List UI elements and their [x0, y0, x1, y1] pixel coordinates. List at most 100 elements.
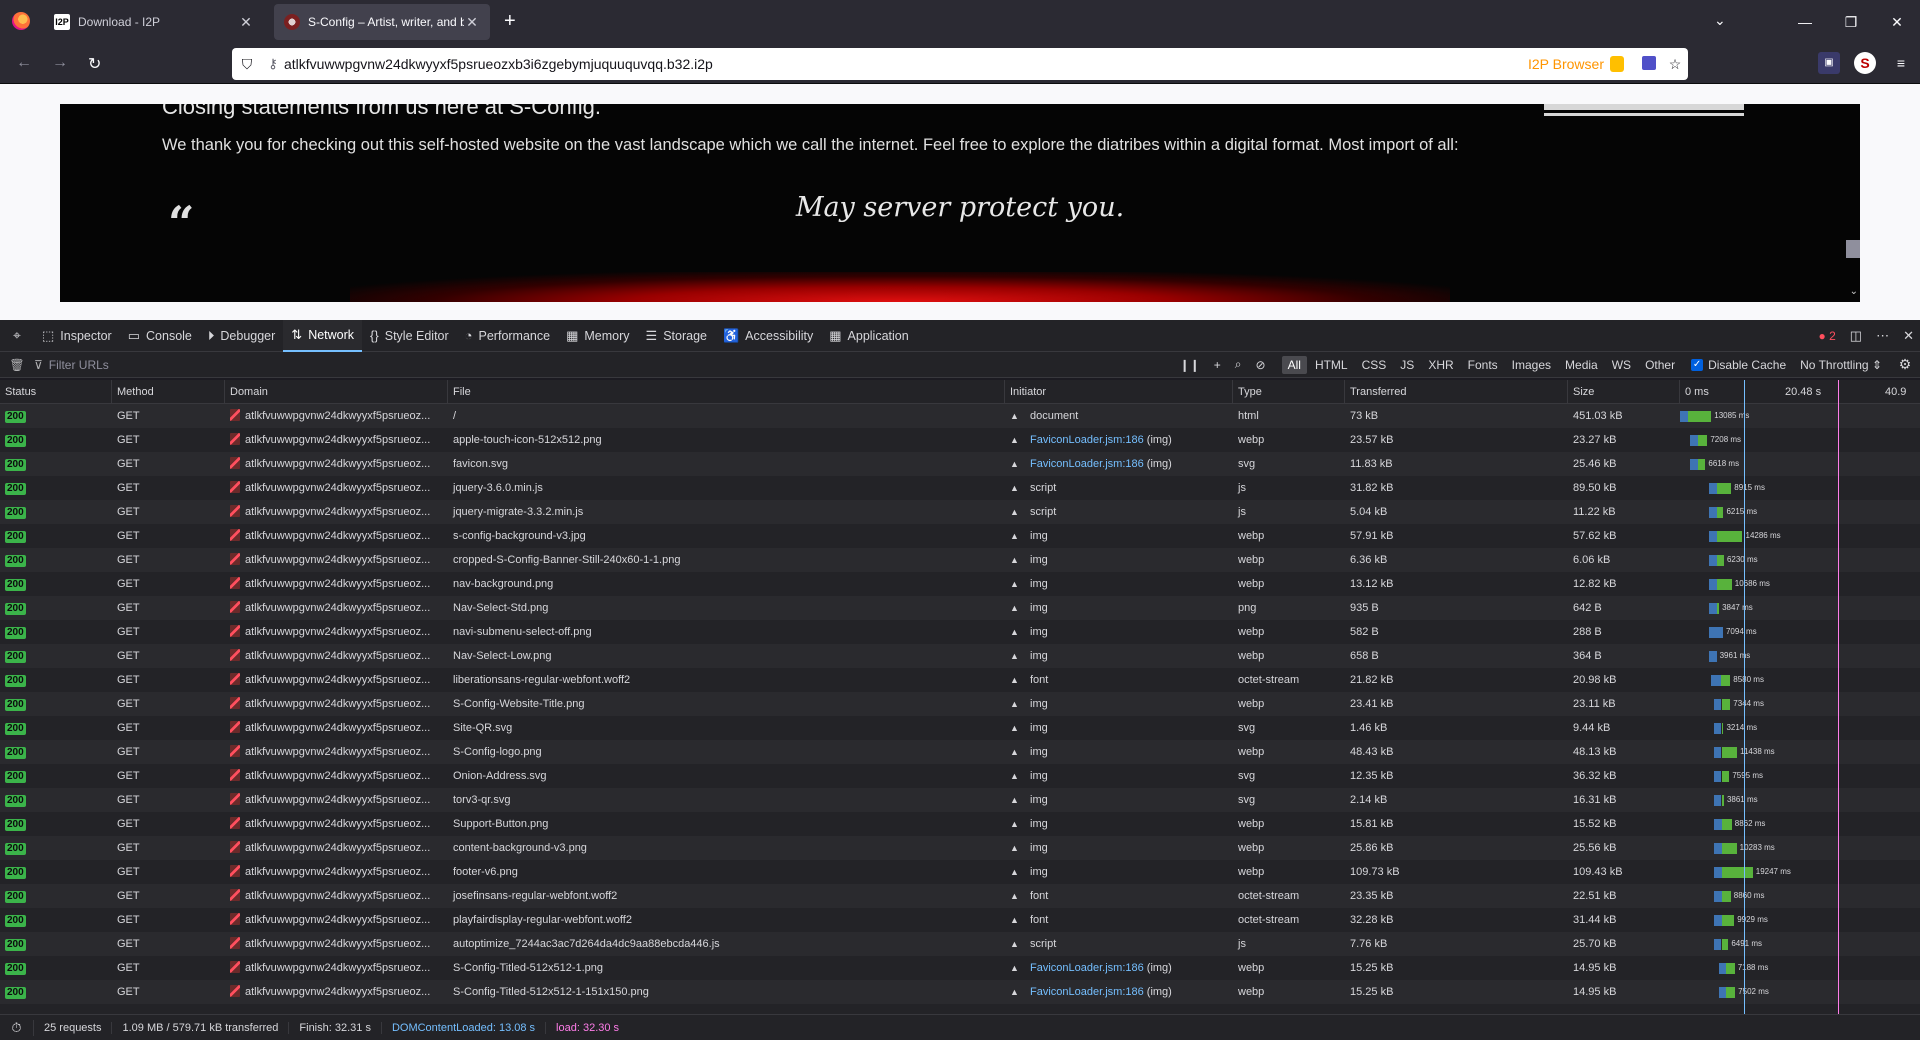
extension-icon[interactable]: ▣ [1818, 52, 1840, 74]
transferred-text: 935 B [1350, 602, 1379, 614]
new-tab-icon[interactable]: + [504, 10, 516, 33]
restore-icon[interactable]: ❐ [1828, 0, 1874, 44]
i2p-badge-icon[interactable] [1610, 56, 1624, 72]
filter-js[interactable]: JS [1394, 356, 1420, 374]
disable-cache-checkbox[interactable]: ✓ Disable Cache [1691, 358, 1786, 372]
save-to-pocket-icon[interactable] [1636, 55, 1662, 73]
initiator-link[interactable]: FaviconLoader.jsm:186 [1030, 986, 1144, 998]
tracking-shield-icon[interactable]: ⛉ [232, 56, 262, 73]
close-tab-icon[interactable]: ✕ [238, 14, 254, 31]
column-header-type[interactable]: Type [1233, 380, 1345, 404]
tab-inspector[interactable]: ⬚ Inspector [34, 320, 120, 352]
browser-tab-active[interactable]: S-Config – Artist, writer, and bl… ✕ [274, 4, 490, 40]
column-header-initiator[interactable]: Initiator [1005, 380, 1233, 404]
column-header-status[interactable]: Status [0, 380, 112, 404]
table-row[interactable]: 200 GET atlkfvuwwpgvnw24dkwyyxf5psrueoz...… [0, 500, 1920, 524]
filter-fonts[interactable]: Fonts [1462, 356, 1504, 374]
table-row[interactable]: 200 GET atlkfvuwwpgvnw24dkwyyxf5psrueoz...… [0, 692, 1920, 716]
filter-xhr[interactable]: XHR [1422, 356, 1459, 374]
initiator-link[interactable]: FaviconLoader.jsm:186 [1030, 458, 1144, 470]
minimize-icon[interactable]: — [1782, 0, 1828, 44]
close-window-icon[interactable]: ✕ [1874, 0, 1920, 44]
forward-icon[interactable]: → [52, 54, 68, 72]
filter-all[interactable]: All [1281, 355, 1307, 374]
app-menu-icon[interactable]: ≡ [1890, 52, 1912, 74]
performance-analysis-icon[interactable]: ⏱ [0, 1019, 34, 1036]
tab-performance[interactable]: ◔ Performance [457, 320, 558, 352]
s-config-extension-icon[interactable]: S [1854, 52, 1876, 74]
table-row[interactable]: 200 GET atlkfvuwwpgvnw24dkwyyxf5psrueoz...… [0, 764, 1920, 788]
table-row[interactable]: 200 GET atlkfvuwwpgvnw24dkwyyxf5psrueoz...… [0, 548, 1920, 572]
site-info-icon[interactable]: ⚷ [262, 56, 284, 72]
column-header-domain[interactable]: Domain [225, 380, 448, 404]
table-row[interactable]: 200 GET atlkfvuwwpgvnw24dkwyyxf5psrueoz...… [0, 956, 1920, 980]
table-row[interactable]: 200 GET atlkfvuwwpgvnw24dkwyyxf5psrueoz...… [0, 452, 1920, 476]
table-row[interactable]: 200 GET atlkfvuwwpgvnw24dkwyyxf5psrueoz...… [0, 884, 1920, 908]
tab-storage[interactable]: ☰ Storage [638, 320, 715, 352]
table-row[interactable]: 200 GET atlkfvuwwpgvnw24dkwyyxf5psrueoz...… [0, 836, 1920, 860]
browser-tab[interactable]: I2P Download - I2P ✕ [44, 4, 264, 40]
table-row[interactable]: 200 GET atlkfvuwwpgvnw24dkwyyxf5psrueoz...… [0, 476, 1920, 500]
filter-html[interactable]: HTML [1309, 356, 1354, 374]
table-row[interactable]: 200 GET atlkfvuwwpgvnw24dkwyyxf5psrueoz...… [0, 572, 1920, 596]
table-row[interactable]: 200 GET atlkfvuwwpgvnw24dkwyyxf5psrueoz...… [0, 596, 1920, 620]
tab-application[interactable]: ▦ Application [821, 320, 916, 352]
table-row[interactable]: 200 GET atlkfvuwwpgvnw24dkwyyxf5psrueoz...… [0, 812, 1920, 836]
table-row[interactable]: 200 GET atlkfvuwwpgvnw24dkwyyxf5psrueoz...… [0, 404, 1920, 428]
url-text[interactable]: atlkfvuwwpgvnw24dkwyyxf5psrueozxb3i6zgeb… [284, 56, 1528, 72]
filter-css[interactable]: CSS [1356, 356, 1393, 374]
waterfall-waiting-bar [1719, 963, 1727, 974]
close-devtools-icon[interactable]: ✕ [1903, 328, 1914, 344]
table-row[interactable]: 200 GET atlkfvuwwpgvnw24dkwyyxf5psrueoz...… [0, 788, 1920, 812]
table-row[interactable]: 200 GET atlkfvuwwpgvnw24dkwyyxf5psrueoz...… [0, 716, 1920, 740]
filter-media[interactable]: Media [1559, 356, 1604, 374]
add-request-icon[interactable]: + [1214, 358, 1221, 372]
block-icon[interactable]: ⊘ [1256, 358, 1266, 372]
reload-icon[interactable]: ↻ [88, 54, 101, 74]
network-settings-gear-icon[interactable]: ⚙ [1890, 356, 1920, 373]
url-bar[interactable]: ⛉ ⚷ atlkfvuwwpgvnw24dkwyyxf5psrueozxb3i6… [232, 48, 1688, 80]
search-icon[interactable]: ⌕ [1235, 357, 1242, 372]
tab-network[interactable]: ⇅ Network [283, 319, 363, 352]
table-row[interactable]: 200 GET atlkfvuwwpgvnw24dkwyyxf5psrueoz...… [0, 908, 1920, 932]
close-tab-icon[interactable]: ✕ [464, 14, 480, 31]
table-row[interactable]: 200 GET atlkfvuwwpgvnw24dkwyyxf5psrueoz...… [0, 644, 1920, 668]
firefox-menu-icon[interactable] [12, 12, 30, 30]
scrollbar-thumb[interactable] [1846, 240, 1860, 258]
bookmark-star-icon[interactable]: ☆ [1662, 56, 1688, 73]
initiator-link[interactable]: FaviconLoader.jsm:186 [1030, 962, 1144, 974]
column-header-size[interactable]: Size [1568, 380, 1680, 404]
table-row[interactable]: 200 GET atlkfvuwwpgvnw24dkwyyxf5psrueoz...… [0, 740, 1920, 764]
insecure-connection-icon [230, 625, 240, 637]
table-row[interactable]: 200 GET atlkfvuwwpgvnw24dkwyyxf5psrueoz...… [0, 620, 1920, 644]
error-count-badge[interactable]: ● 2 [1819, 329, 1836, 343]
tab-accessibility[interactable]: ♿ Accessibility [715, 320, 821, 352]
filter-urls-input[interactable]: Filter URLs [49, 358, 1180, 372]
clear-log-icon[interactable]: 🗑 [0, 358, 34, 372]
dock-toggle-icon[interactable]: ◫ [1850, 328, 1862, 344]
tab-memory[interactable]: ▦ Memory [558, 320, 637, 352]
list-all-tabs-icon[interactable]: ⌄ [1714, 12, 1726, 29]
table-row[interactable]: 200 GET atlkfvuwwpgvnw24dkwyyxf5psrueoz...… [0, 668, 1920, 692]
element-picker-icon[interactable]: ⌖ [0, 327, 34, 344]
column-header-file[interactable]: File [448, 380, 1005, 404]
back-icon[interactable]: ← [16, 54, 32, 72]
throttling-select[interactable]: No Throttling ⇕ [1800, 358, 1882, 372]
tab-style-editor[interactable]: {} Style Editor [362, 320, 457, 352]
tab-debugger[interactable]: ⏵ Debugger [200, 320, 283, 352]
filter-ws[interactable]: WS [1606, 356, 1637, 374]
table-row[interactable]: 200 GET atlkfvuwwpgvnw24dkwyyxf5psrueoz...… [0, 524, 1920, 548]
column-header-method[interactable]: Method [112, 380, 225, 404]
initiator-link[interactable]: FaviconLoader.jsm:186 [1030, 434, 1144, 446]
filter-images[interactable]: Images [1506, 356, 1557, 374]
devtools-menu-icon[interactable]: ⋯ [1876, 328, 1889, 344]
table-row[interactable]: 200 GET atlkfvuwwpgvnw24dkwyyxf5psrueoz...… [0, 932, 1920, 956]
table-row[interactable]: 200 GET atlkfvuwwpgvnw24dkwyyxf5psrueoz...… [0, 428, 1920, 452]
scroll-down-icon[interactable]: ⌄ [1850, 286, 1858, 297]
table-row[interactable]: 200 GET atlkfvuwwpgvnw24dkwyyxf5psrueoz...… [0, 980, 1920, 1004]
table-row[interactable]: 200 GET atlkfvuwwpgvnw24dkwyyxf5psrueoz...… [0, 860, 1920, 884]
column-header-transferred[interactable]: Transferred [1345, 380, 1568, 404]
tab-console[interactable]: ▭ Console [120, 320, 200, 352]
filter-other[interactable]: Other [1639, 356, 1681, 374]
pause-icon[interactable]: ❙❙ [1180, 358, 1200, 372]
